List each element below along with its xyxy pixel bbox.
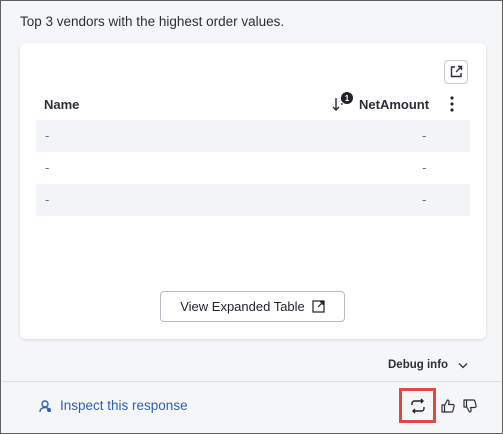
column-header-netamount[interactable]: NetAmount <box>359 97 429 112</box>
response-intro-text: Top 3 vendors with the highest order val… <box>20 14 285 29</box>
regenerate-button[interactable] <box>399 388 436 423</box>
table-row: - - <box>36 184 470 216</box>
debug-info-toggle[interactable]: Debug info <box>388 359 468 371</box>
cell-netamount: - <box>422 160 427 175</box>
cell-netamount: - <box>422 128 427 143</box>
kebab-menu-icon[interactable] <box>446 94 458 114</box>
cell-netamount: - <box>422 192 427 207</box>
vendors-table: Name 1 NetAmount - - - - - - <box>36 88 470 216</box>
cell-name: - <box>45 192 50 207</box>
open-external-icon <box>312 300 325 313</box>
cell-name: - <box>45 128 50 143</box>
view-expanded-table-label: View Expanded Table <box>180 299 305 314</box>
table-row: - - <box>36 152 470 184</box>
inspect-bug-icon <box>39 399 51 412</box>
thumbs-up-icon[interactable] <box>440 398 456 414</box>
table-row: - - <box>36 120 470 152</box>
inspect-response-label: Inspect this response <box>60 398 188 413</box>
debug-info-label: Debug info <box>388 359 449 371</box>
regenerate-icon <box>410 398 425 413</box>
column-header-name[interactable]: Name <box>44 97 79 112</box>
sort-indicator[interactable]: 1 <box>332 92 353 114</box>
table-header: Name 1 NetAmount <box>36 88 470 120</box>
thumbs-down-icon[interactable] <box>462 398 478 414</box>
table-card: Name 1 NetAmount - - - - - - View Expand… <box>20 43 486 339</box>
footer-divider <box>2 381 501 382</box>
sort-order-badge: 1 <box>341 92 353 104</box>
inspect-response-link[interactable]: Inspect this response <box>38 398 188 413</box>
view-expanded-table-button[interactable]: View Expanded Table <box>160 291 345 322</box>
cell-name: - <box>45 160 50 175</box>
share-button[interactable] <box>444 60 468 84</box>
share-icon <box>450 65 463 78</box>
response-panel: Top 3 vendors with the highest order val… <box>0 0 503 434</box>
chevron-down-icon <box>458 362 468 368</box>
